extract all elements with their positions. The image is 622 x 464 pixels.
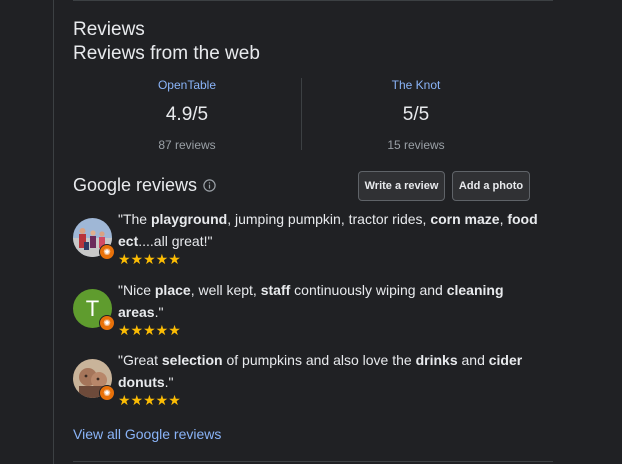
- star-rating: ★★★★★: [118, 322, 181, 338]
- top-divider: [73, 0, 553, 1]
- review-text-run: .": [164, 374, 174, 390]
- review-text: "The playground, jumping pumpkin, tracto…: [118, 208, 538, 252]
- review-highlight: corn maze: [430, 211, 500, 227]
- reviews-title: Reviews: [73, 19, 145, 40]
- reviews-from-web-heading: Reviews from the web: [73, 43, 260, 64]
- star-rating: ★★★★★: [118, 392, 181, 408]
- review-item[interactable]: ✺ "The playground, jumping pumpkin, trac…: [73, 208, 543, 270]
- review-text: "Great selection of pumpkins and also lo…: [118, 349, 538, 393]
- star-rating: ★★★★★: [118, 251, 181, 267]
- web-review-count: 87 reviews: [158, 138, 216, 152]
- review-text-run: , jumping pumpkin, tractor rides,: [227, 211, 431, 227]
- review-highlight: drinks: [415, 352, 458, 368]
- review-item[interactable]: ✺ "Great selection of pumpkins and also …: [73, 349, 543, 411]
- review-text-run: "Great: [118, 352, 162, 368]
- web-review-card-the-knot[interactable]: The Knot 5/5 15 reviews: [302, 78, 530, 152]
- review-text-run: and: [457, 352, 489, 368]
- web-review-card-opentable[interactable]: OpenTable 4.9/5 87 reviews: [73, 78, 301, 152]
- review-highlight: playground: [150, 211, 228, 227]
- review-highlight: staff: [260, 282, 291, 298]
- review-text-run: "Nice: [118, 282, 155, 298]
- web-review-source-link[interactable]: OpenTable: [73, 78, 301, 92]
- reviews-panel: Reviews Reviews from the web OpenTable 4…: [0, 0, 622, 464]
- local-guide-badge-icon: ✺: [99, 385, 115, 401]
- review-highlight: place: [154, 282, 191, 298]
- panel-left-border: [53, 0, 54, 464]
- review-text: "Nice place, well kept, staff continuous…: [118, 279, 538, 323]
- web-review-rating: 5/5: [402, 104, 430, 125]
- review-highlight: selection: [161, 352, 223, 368]
- info-icon[interactable]: [203, 179, 216, 192]
- view-all-google-reviews-link[interactable]: View all Google reviews: [73, 426, 221, 442]
- write-review-button[interactable]: Write a review: [358, 171, 445, 201]
- local-guide-badge-icon: ✺: [99, 315, 115, 331]
- review-text-run: .": [154, 304, 164, 320]
- review-text-run: "The: [118, 211, 151, 227]
- review-text-run: continuously wiping and: [290, 282, 447, 298]
- web-review-source-link[interactable]: The Knot: [302, 78, 530, 92]
- review-text-run: of pumpkins and also love the: [222, 352, 416, 368]
- web-review-rating: 4.9/5: [165, 104, 209, 125]
- local-guide-badge-icon: ✺: [99, 244, 115, 260]
- review-text-run: ....all great!": [138, 233, 213, 249]
- google-reviews-heading: Google reviews: [73, 175, 198, 195]
- review-item[interactable]: T ✺ "Nice place, well kept, staff contin…: [73, 279, 543, 341]
- review-text-run: , well kept,: [190, 282, 261, 298]
- add-photo-button[interactable]: Add a photo: [452, 171, 530, 201]
- web-review-count: 15 reviews: [387, 138, 445, 152]
